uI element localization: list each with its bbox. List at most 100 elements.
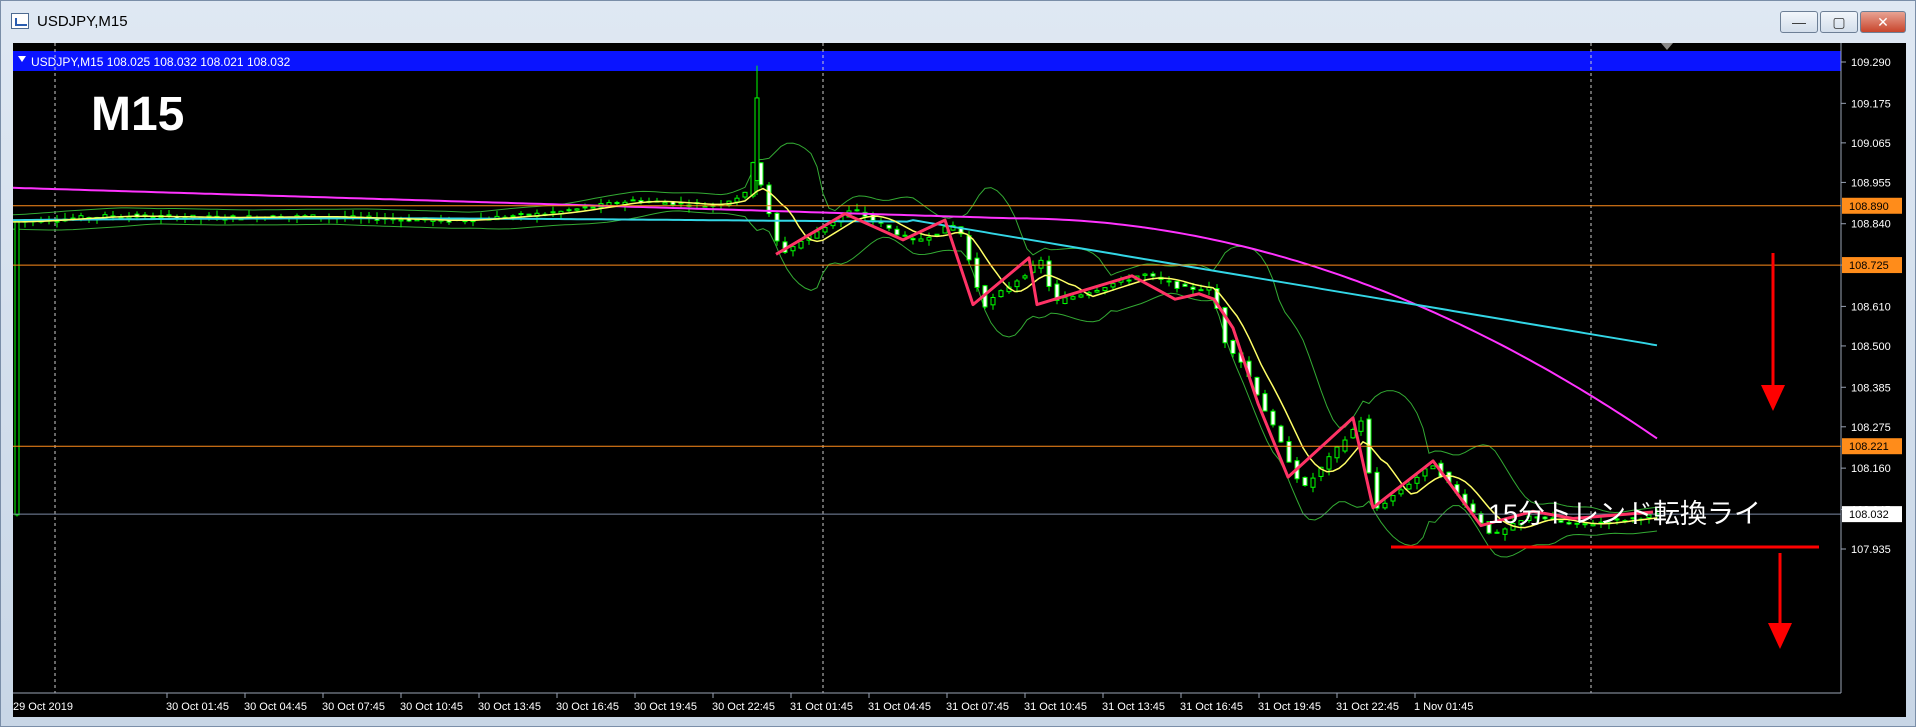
candle-body [1166, 280, 1172, 283]
time-axis-label: 31 Oct 16:45 [1180, 701, 1243, 713]
candle-body [894, 228, 900, 236]
candle-body [1070, 296, 1076, 300]
price-axis-label: 108.275 [1851, 422, 1891, 434]
candle-body [1502, 528, 1508, 535]
time-axis-label: 30 Oct 19:45 [634, 701, 697, 713]
candle-body [526, 213, 532, 216]
candle-body [550, 211, 556, 214]
candle-body [1310, 477, 1316, 488]
candle-body [1286, 441, 1292, 463]
time-axis-label: 30 Oct 07:45 [322, 701, 385, 713]
time-axis-label: 29 Oct 2019 [13, 701, 73, 713]
close-button[interactable]: ✕ [1860, 11, 1906, 33]
candle-body [614, 201, 620, 205]
chart-background [13, 43, 1906, 717]
candle-body [1014, 280, 1020, 288]
candle-body [398, 219, 404, 222]
candle-body [1094, 289, 1100, 293]
candle-body [1198, 289, 1204, 292]
time-axis-label: 31 Oct 04:45 [868, 701, 931, 713]
time-axis-label: 31 Oct 19:45 [1258, 701, 1321, 713]
time-axis-label: 30 Oct 01:45 [166, 701, 229, 713]
candle-body [750, 162, 756, 197]
candle-body [1078, 294, 1084, 298]
candle-body [774, 212, 780, 242]
window-title: USDJPY,M15 [37, 13, 128, 30]
candle-body [758, 162, 764, 186]
candle-body [934, 233, 940, 236]
price-axis-label: 108.385 [1851, 382, 1891, 394]
timeframe-label: M15 [91, 88, 184, 141]
candle-body [918, 238, 924, 242]
chart-canvas[interactable]: USDJPY,M15 108.025 108.032 108.021 108.0… [12, 43, 1906, 717]
time-axis-label: 30 Oct 04:45 [244, 701, 307, 713]
level-price-tag-text: 108.725 [1849, 260, 1889, 272]
candle-body [230, 215, 236, 218]
candle-body [990, 296, 996, 306]
trend-change-annotation: 15分トレンド転換ライ [1488, 499, 1761, 529]
candle-body [822, 227, 828, 233]
candle-body [1126, 279, 1132, 282]
time-axis-label: 31 Oct 13:45 [1102, 701, 1165, 713]
candle-body [870, 213, 876, 222]
time-axis-label: 31 Oct 10:45 [1024, 701, 1087, 713]
candle-body [998, 290, 1004, 298]
candle-body [1326, 456, 1332, 470]
candle-body [926, 236, 932, 241]
candle-body [1262, 393, 1268, 412]
time-axis-label: 30 Oct 13:45 [478, 701, 541, 713]
candle-body [742, 191, 748, 198]
minimize-button[interactable]: — [1780, 11, 1818, 33]
candle-body [1230, 340, 1236, 354]
candle-body [582, 206, 588, 209]
candle-body [1182, 283, 1188, 287]
candle-body [1430, 465, 1436, 470]
candle-body [854, 209, 860, 212]
candle-body [1342, 439, 1348, 452]
candle-body [1062, 297, 1068, 304]
price-axis-label: 109.175 [1851, 98, 1891, 110]
time-axis-label: 30 Oct 10:45 [400, 701, 463, 713]
candle-body [566, 209, 572, 212]
candle-body [662, 202, 668, 205]
candle-body [574, 208, 580, 211]
candle-body [1102, 287, 1108, 292]
candle-body [790, 246, 796, 252]
candle-body [1190, 286, 1196, 290]
time-axis-label: 30 Oct 22:45 [712, 701, 775, 713]
price-axis-label: 108.500 [1851, 341, 1891, 353]
candle-body [886, 224, 892, 229]
candle-body [966, 235, 972, 261]
candle-body [590, 206, 596, 209]
time-axis-label: 30 Oct 16:45 [556, 701, 619, 713]
candle-body [798, 240, 804, 249]
candle-body [910, 238, 916, 241]
chart-window: USDJPY,M15 — ▢ ✕ USDJPY,M15 108.025 108.… [0, 0, 1916, 727]
chart-window-icon [11, 13, 29, 29]
candle-body [518, 213, 524, 216]
candle-body [630, 199, 636, 202]
title-bar[interactable]: USDJPY,M15 — ▢ ✕ [1, 1, 1915, 41]
level-price-tag-text: 108.221 [1849, 441, 1889, 453]
candle-body [734, 197, 740, 203]
candle-body [1038, 259, 1044, 269]
candle-body [1142, 273, 1148, 276]
candle-body [1494, 531, 1500, 534]
price-axis-label: 108.610 [1851, 301, 1891, 313]
candle-body [1022, 275, 1028, 279]
maximize-button[interactable]: ▢ [1820, 11, 1858, 33]
candle-body [1278, 425, 1284, 443]
time-axis-label: 31 Oct 07:45 [946, 701, 1009, 713]
current-price-tag-text: 108.032 [1849, 509, 1889, 521]
candle-body [1390, 495, 1396, 502]
candle-body [166, 214, 172, 217]
candle-body [1174, 280, 1180, 289]
price-chart[interactable]: USDJPY,M15 108.025 108.032 108.021 108.0… [12, 43, 1906, 717]
time-axis-label: 1 Nov 01:45 [1414, 701, 1473, 713]
candle-body [1150, 273, 1156, 277]
price-axis-label: 108.840 [1851, 219, 1891, 231]
price-axis-label: 109.290 [1851, 57, 1891, 69]
candle-body [1270, 410, 1276, 426]
candle-body [1398, 489, 1404, 495]
candle-body [510, 215, 516, 218]
